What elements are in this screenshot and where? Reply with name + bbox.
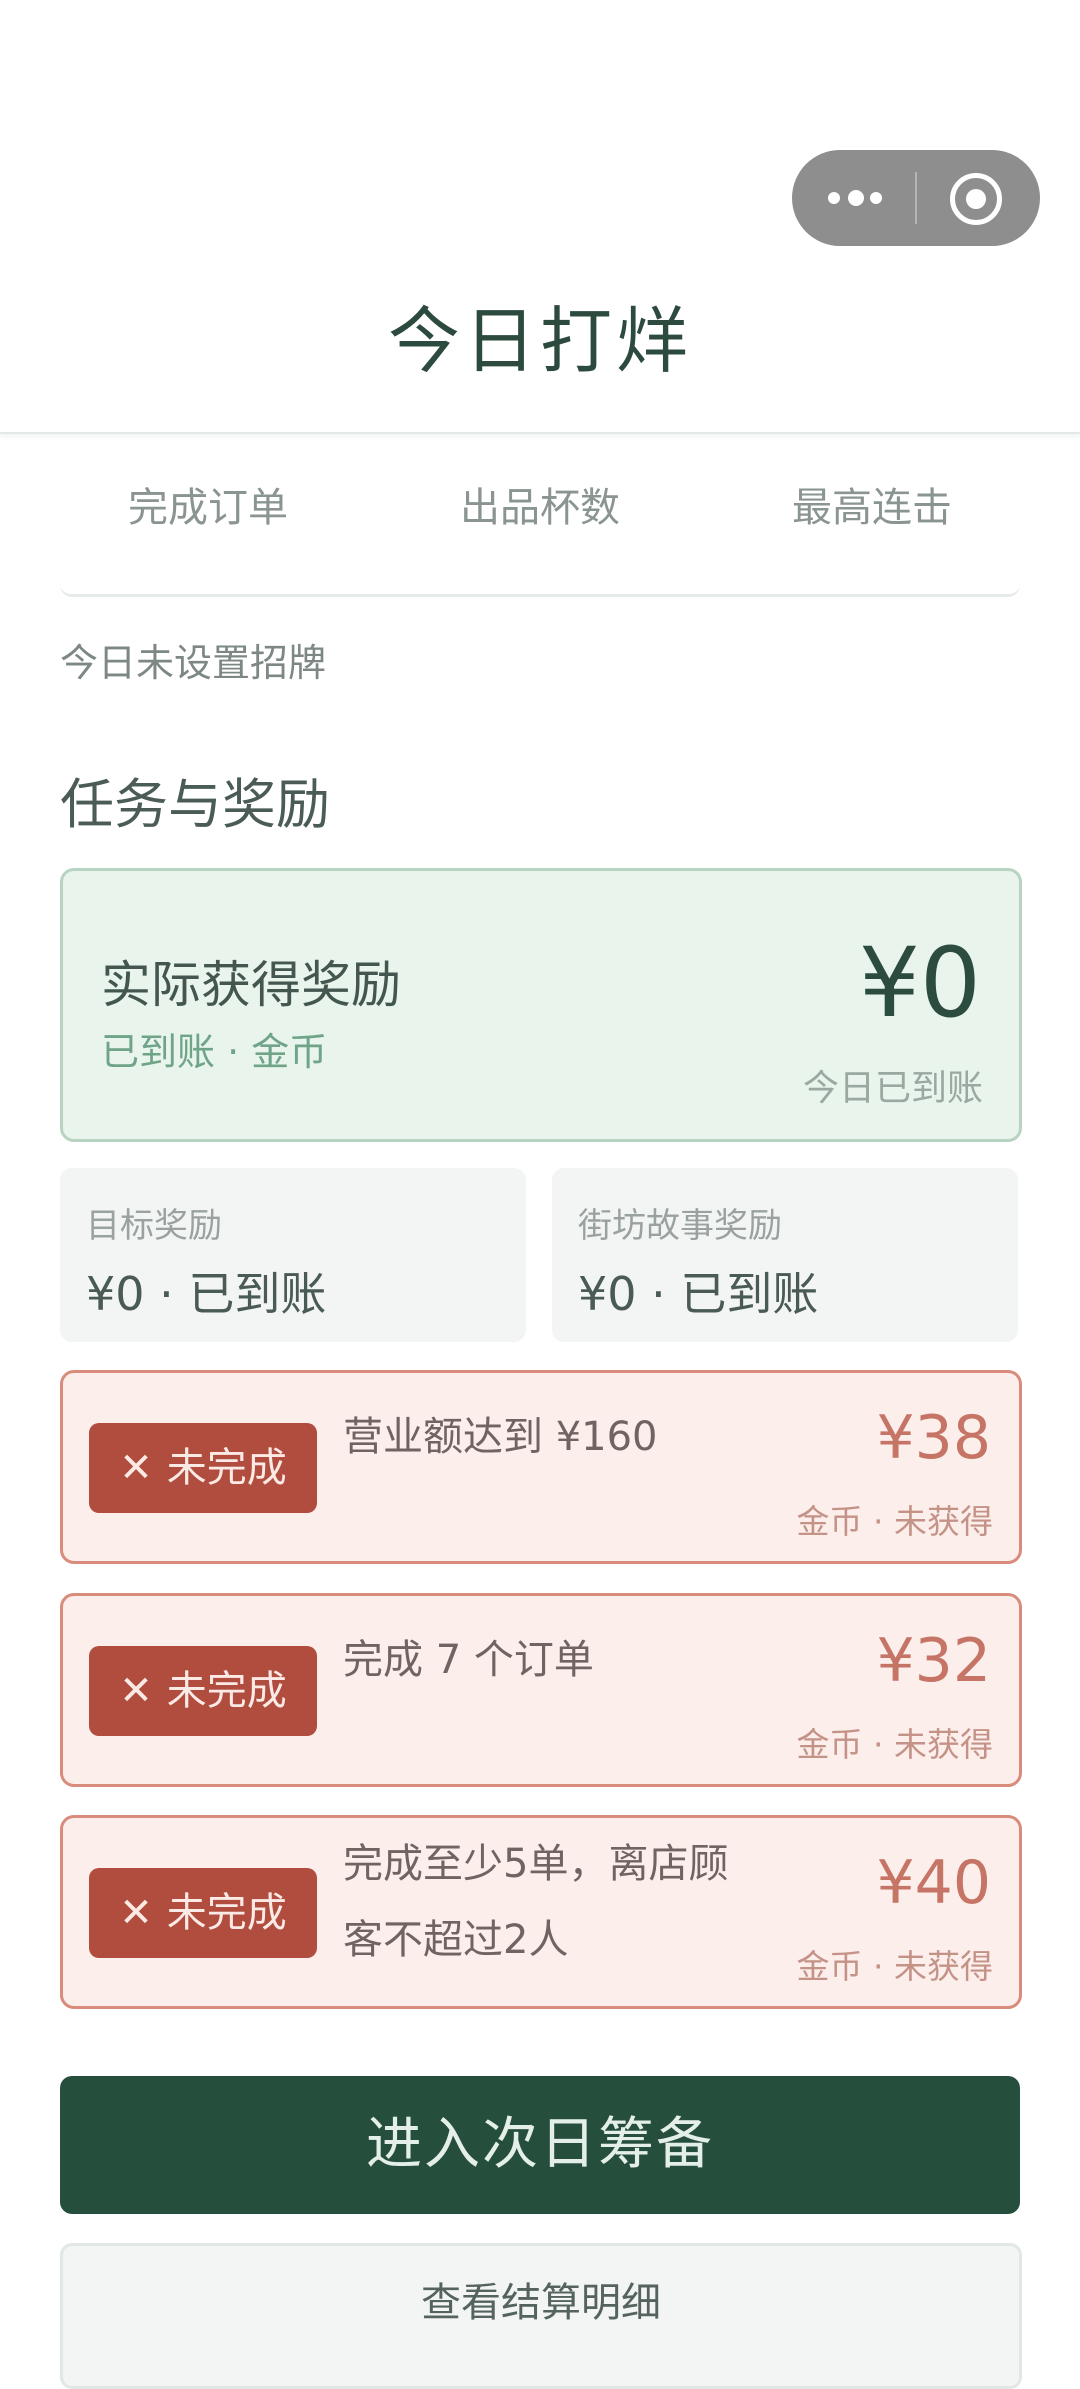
next-day-button[interactable]: 进入次日筹备 (60, 2076, 1020, 2214)
task-text: 营业额达到 ¥160 (343, 1414, 658, 1460)
status-badge: ✕ 未完成 (89, 1423, 317, 1513)
story-reward-card: 街坊故事奖励 ¥0 · 已到账 (552, 1168, 1018, 1342)
reward-card: 实际获得奖励 已到账 · 金币 ¥0 今日已到账 (60, 868, 1022, 1142)
task-note: 金币 · 未获得 (796, 1947, 993, 1986)
signature-note: 今日未设置招牌 (60, 641, 327, 685)
page-title: 今日打烊 (387, 299, 692, 383)
settlement-detail-button[interactable]: 查看结算明细 (60, 2243, 1022, 2389)
task-amount: ¥32 (876, 1626, 991, 1696)
sub-reward-value: ¥0 · 已到账 (86, 1267, 327, 1321)
task-note: 金币 · 未获得 (796, 1725, 993, 1764)
sub-reward-label: 街坊故事奖励 (578, 1206, 782, 1246)
task-note: 金币 · 未获得 (796, 1502, 993, 1541)
target-reward-card: 目标奖励 ¥0 · 已到账 (60, 1168, 526, 1342)
stat-label-combo: 最高连击 (792, 485, 952, 531)
close-target-icon[interactable] (950, 173, 1002, 225)
stat-label-orders: 完成订单 (128, 485, 288, 531)
section-title: 任务与奖励 (60, 773, 330, 836)
more-icon[interactable] (828, 190, 884, 206)
reward-amount: ¥0 (858, 927, 981, 1039)
mini-program-capsule (792, 150, 1040, 246)
sub-reward-value: ¥0 · 已到账 (578, 1267, 819, 1321)
nav-header: 今日打烊 (0, 0, 1080, 434)
task-text: 完成 7 个订单 (343, 1637, 594, 1683)
task-amount: ¥40 (876, 1848, 991, 1918)
cross-icon: ✕ (119, 1445, 153, 1491)
status-badge: ✕ 未完成 (89, 1646, 317, 1736)
cross-icon: ✕ (119, 1890, 153, 1936)
reward-title: 实际获得奖励 (101, 956, 401, 1014)
task-amount: ¥38 (876, 1403, 991, 1473)
stat-label-cups: 出品杯数 (460, 485, 620, 531)
reward-note: 今日已到账 (802, 1068, 983, 1109)
capsule-divider (915, 172, 917, 224)
sub-reward-label: 目标奖励 (86, 1206, 222, 1246)
task-text: 完成至少5单，离店顾客不超过2人 (343, 1841, 729, 1963)
status-badge: ✕ 未完成 (89, 1868, 317, 1958)
task-card: ✕ 未完成 完成 7 个订单 ¥32 金币 · 未获得 (60, 1593, 1022, 1787)
cross-icon: ✕ (119, 1668, 153, 1714)
task-card: ✕ 未完成 完成至少5单，离店顾客不超过2人 ¥40 金币 · 未获得 (60, 1815, 1022, 2009)
reward-sub: 已到账 · 金币 (101, 1030, 328, 1074)
task-card: ✕ 未完成 营业额达到 ¥160 ¥38 金币 · 未获得 (60, 1370, 1022, 1564)
